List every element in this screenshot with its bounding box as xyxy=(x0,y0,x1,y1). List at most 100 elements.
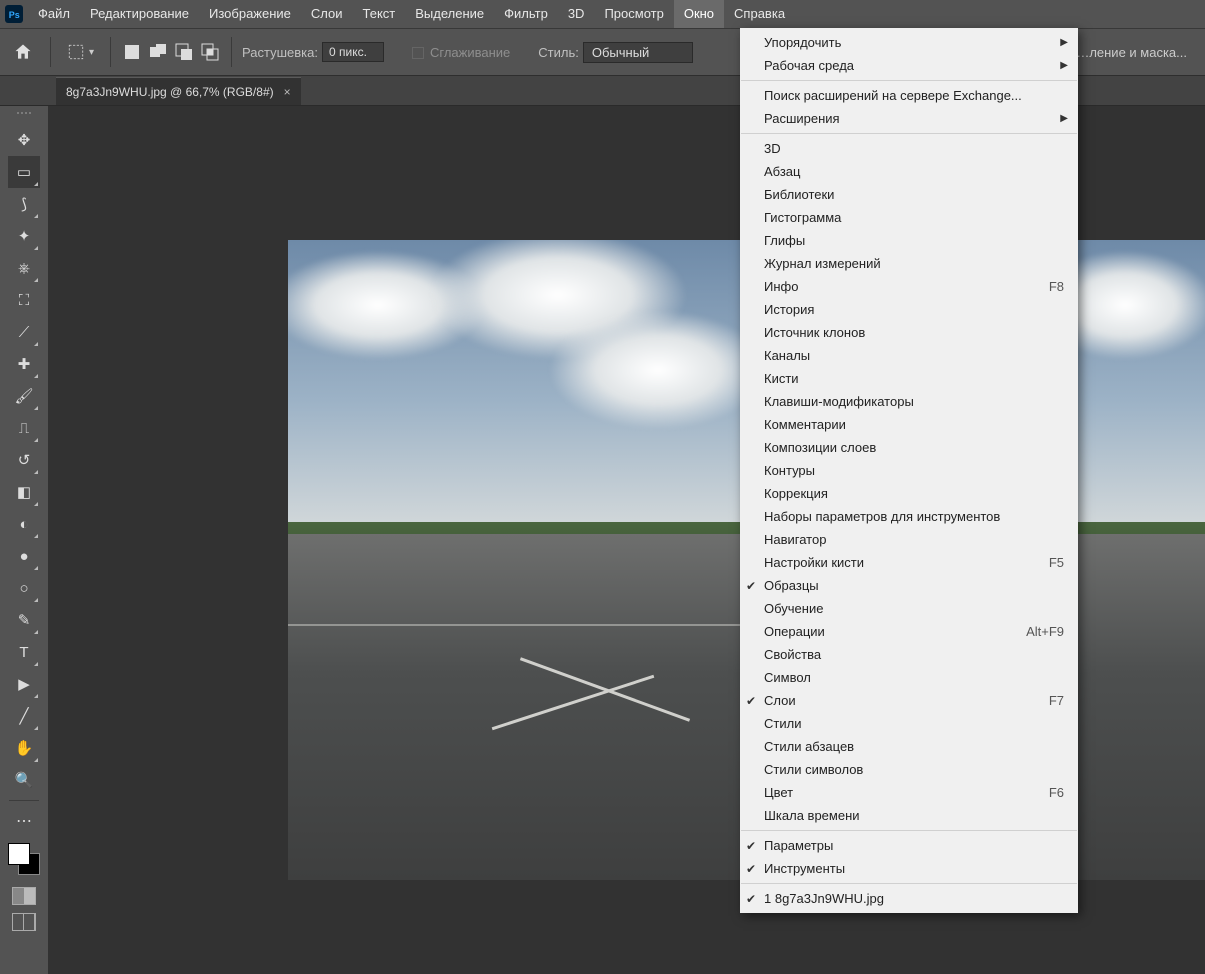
menu-item[interactable]: Стили символов xyxy=(740,758,1078,781)
foreground-color-swatch[interactable] xyxy=(8,843,30,865)
hand-tool[interactable]: ✋ xyxy=(8,732,40,764)
menu-item[interactable]: Настройки кистиF5 xyxy=(740,551,1078,574)
close-tab-icon[interactable]: × xyxy=(284,85,291,99)
menu-окно[interactable]: Окно xyxy=(674,0,724,28)
menu-item[interactable]: Стили xyxy=(740,712,1078,735)
menu-item-label: Стили xyxy=(764,716,801,731)
quick-select-tool[interactable]: ✦ xyxy=(8,220,40,252)
intersect-selection-icon[interactable] xyxy=(199,41,221,63)
type-tool[interactable]: T xyxy=(8,636,40,668)
add-selection-icon[interactable] xyxy=(147,41,169,63)
pen-tool[interactable]: ✎ xyxy=(8,604,40,636)
eyedropper-tool[interactable]: ⟋ xyxy=(8,316,40,348)
menu-файл[interactable]: Файл xyxy=(28,0,80,28)
menu-item[interactable]: Навигатор xyxy=(740,528,1078,551)
menu-текст[interactable]: Текст xyxy=(353,0,406,28)
check-icon: ✔ xyxy=(746,892,756,906)
menu-item[interactable]: ✔Образцы xyxy=(740,574,1078,597)
lasso-tool[interactable]: ⟆ xyxy=(8,188,40,220)
tool-preset-picker[interactable]: ▾ xyxy=(61,43,100,61)
menu-фильтр[interactable]: Фильтр xyxy=(494,0,558,28)
submenu-arrow-icon: ▶ xyxy=(1060,37,1068,48)
svg-text:Ps: Ps xyxy=(9,10,20,20)
shortcut-label: Alt+F9 xyxy=(1026,624,1064,639)
menu-редактирование[interactable]: Редактирование xyxy=(80,0,199,28)
menu-item[interactable]: ЦветF6 xyxy=(740,781,1078,804)
menu-item[interactable]: Композиции слоев xyxy=(740,436,1078,459)
menu-item[interactable]: ОперацииAlt+F9 xyxy=(740,620,1078,643)
history-brush-tool[interactable]: ↺ xyxy=(8,444,40,476)
screen-mode-icon[interactable] xyxy=(12,913,36,931)
menu-item-label: Шкала времени xyxy=(764,808,860,823)
path-select-tool[interactable]: ▶ xyxy=(8,668,40,700)
menu-item[interactable]: Кисти xyxy=(740,367,1078,390)
stamp-tool[interactable]: ⎍ xyxy=(8,412,40,444)
zoom-tool[interactable]: 🔍 xyxy=(8,764,40,796)
document-tab[interactable]: 8g7a3Jn9WHU.jpg @ 66,7% (RGB/8#) × xyxy=(56,77,301,105)
menu-item[interactable]: Стили абзацев xyxy=(740,735,1078,758)
new-selection-icon[interactable] xyxy=(121,41,143,63)
crop-tool[interactable]: ⎈ xyxy=(8,252,40,284)
menu-3d[interactable]: 3D xyxy=(558,0,595,28)
menu-item[interactable]: Контуры xyxy=(740,459,1078,482)
select-and-mask-button[interactable]: …ление и маска... xyxy=(1064,45,1199,60)
edit-toolbar-icon[interactable]: ⋯ xyxy=(8,805,40,837)
home-icon[interactable] xyxy=(6,35,40,69)
menu-item[interactable]: Поиск расширений на сервере Exchange... xyxy=(740,84,1078,107)
shortcut-label: F5 xyxy=(1049,555,1064,570)
blur-tool[interactable]: ● xyxy=(8,540,40,572)
frame-tool[interactable]: ⛶ xyxy=(8,284,40,316)
healing-tool[interactable]: ✚ xyxy=(8,348,40,380)
menu-item[interactable]: История xyxy=(740,298,1078,321)
menu-item[interactable]: Каналы xyxy=(740,344,1078,367)
toolbox-grip[interactable] xyxy=(8,112,40,120)
menu-item[interactable]: 3D xyxy=(740,137,1078,160)
menu-separator xyxy=(741,80,1077,81)
style-select[interactable]: Обычный xyxy=(583,42,693,63)
menu-item-label: Инструменты xyxy=(764,861,845,876)
feather-input[interactable] xyxy=(322,42,384,62)
eraser-tool[interactable]: ◧ xyxy=(8,476,40,508)
menu-item[interactable]: Коррекция xyxy=(740,482,1078,505)
menu-item[interactable]: Символ xyxy=(740,666,1078,689)
line-tool[interactable]: ╱ xyxy=(8,700,40,732)
menu-просмотр[interactable]: Просмотр xyxy=(594,0,673,28)
canvas[interactable] xyxy=(288,240,742,880)
color-swatches[interactable] xyxy=(6,841,42,877)
menu-item[interactable]: Рабочая среда▶ xyxy=(740,54,1078,77)
menu-item[interactable]: Глифы xyxy=(740,229,1078,252)
menu-item[interactable]: Наборы параметров для инструментов xyxy=(740,505,1078,528)
menu-item[interactable]: Гистограмма xyxy=(740,206,1078,229)
menu-item[interactable]: Абзац xyxy=(740,160,1078,183)
menu-item[interactable]: ✔1 8g7a3Jn9WHU.jpg xyxy=(740,887,1078,910)
move-tool[interactable]: ✥ xyxy=(8,124,40,156)
menu-item[interactable]: ✔СлоиF7 xyxy=(740,689,1078,712)
menu-item[interactable]: Источник клонов xyxy=(740,321,1078,344)
menu-item[interactable]: Расширения▶ xyxy=(740,107,1078,130)
dodge-tool[interactable]: ○ xyxy=(8,572,40,604)
menu-item[interactable]: ✔Параметры xyxy=(740,834,1078,857)
marquee-tool[interactable]: ▭ xyxy=(8,156,40,188)
menu-item[interactable]: Шкала времени xyxy=(740,804,1078,827)
menu-справка[interactable]: Справка xyxy=(724,0,795,28)
quick-mask-icon[interactable] xyxy=(12,887,36,905)
menu-выделение[interactable]: Выделение xyxy=(405,0,494,28)
menu-item[interactable]: Клавиши-модификаторы xyxy=(740,390,1078,413)
menu-item[interactable]: ✔Инструменты xyxy=(740,857,1078,880)
subtract-selection-icon[interactable] xyxy=(173,41,195,63)
menu-item[interactable]: Свойства xyxy=(740,643,1078,666)
menu-слои[interactable]: Слои xyxy=(301,0,353,28)
menu-item-label: Библиотеки xyxy=(764,187,834,202)
menu-separator xyxy=(741,883,1077,884)
menu-item-label: Инфо xyxy=(764,279,798,294)
menu-item[interactable]: Упорядочить▶ xyxy=(740,31,1078,54)
menu-separator xyxy=(741,133,1077,134)
menu-изображение[interactable]: Изображение xyxy=(199,0,301,28)
gradient-tool[interactable]: ◐ xyxy=(8,508,40,540)
menu-item[interactable]: Библиотеки xyxy=(740,183,1078,206)
menu-item[interactable]: Комментарии xyxy=(740,413,1078,436)
menu-item[interactable]: Обучение xyxy=(740,597,1078,620)
menu-item[interactable]: ИнфоF8 xyxy=(740,275,1078,298)
brush-tool[interactable]: 🖌 xyxy=(8,380,40,412)
menu-item[interactable]: Журнал измерений xyxy=(740,252,1078,275)
